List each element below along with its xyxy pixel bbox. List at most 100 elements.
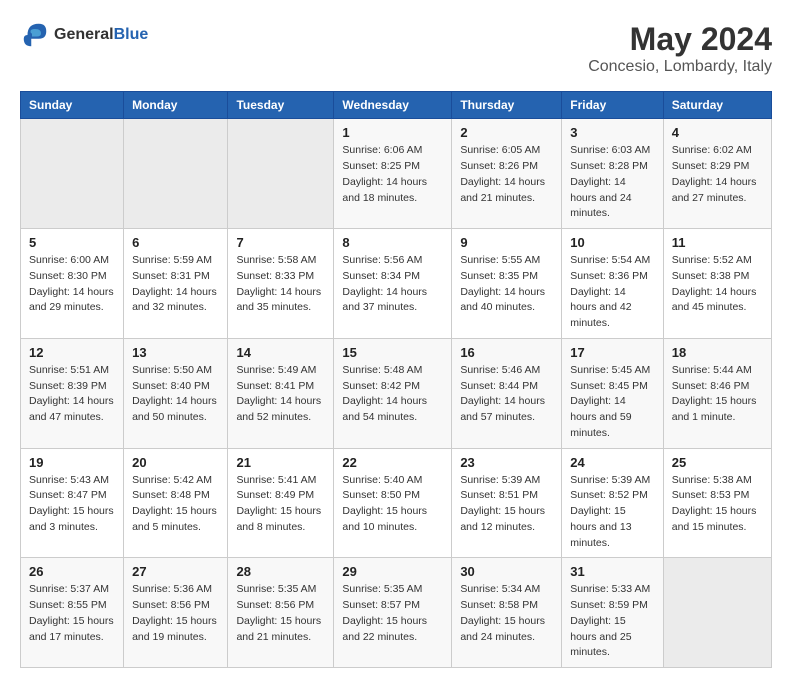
day-number: 29 [342, 564, 443, 579]
calendar-cell: 24Sunrise: 5:39 AMSunset: 8:52 PMDayligh… [562, 448, 664, 558]
day-number: 31 [570, 564, 655, 579]
header-day-saturday: Saturday [663, 92, 771, 119]
calendar-cell: 16 Sunrise: 5:46 AMSunset: 8:44 PMDayligh… [452, 338, 562, 448]
day-number: 15 [342, 345, 443, 360]
calendar-cell: 12Sunrise: 5:51 AMSunset: 8:39 PMDayligh… [21, 338, 124, 448]
day-number: 12 [29, 345, 115, 360]
calendar-cell [124, 119, 228, 229]
title-block: May 2024 Concesio, Lombardy, Italy [588, 20, 772, 76]
day-info: Sunrise: 5:42 AMSunset: 8:48 PMDaylight:… [132, 473, 219, 536]
logo-text: GeneralBlue [54, 26, 148, 44]
day-number: 28 [236, 564, 325, 579]
calendar-body: 1 Sunrise: 6:06 AMSunset: 8:25 PMDaylight… [21, 119, 772, 668]
day-info: Sunrise: 5:50 AMSunset: 8:40 PMDaylight:… [132, 363, 219, 426]
day-info: Sunrise: 5:44 AMSunset: 8:46 PMDaylight:… [672, 363, 763, 426]
day-info: Sunrise: 5:40 AMSunset: 8:50 PMDaylight:… [342, 473, 443, 536]
day-number: 30 [460, 564, 553, 579]
day-number: 18 [672, 345, 763, 360]
day-number: 6 [132, 235, 219, 250]
calendar-cell: 13 Sunrise: 5:50 AMSunset: 8:40 PMDayligh… [124, 338, 228, 448]
day-info: Sunrise: 5:35 AMSunset: 8:57 PMDaylight:… [342, 582, 443, 645]
day-number: 3 [570, 125, 655, 140]
day-number: 11 [672, 235, 763, 250]
calendar-cell: 3 Sunrise: 6:03 AMSunset: 8:28 PMDaylight… [562, 119, 664, 229]
day-info: Sunrise: 6:02 AMSunset: 8:29 PMDaylight:… [672, 143, 763, 206]
header-day-friday: Friday [562, 92, 664, 119]
page-header: GeneralBlue May 2024 Concesio, Lombardy,… [20, 20, 772, 76]
calendar-cell: 9 Sunrise: 5:55 AMSunset: 8:35 PMDaylight… [452, 229, 562, 339]
day-info: Sunrise: 5:58 AMSunset: 8:33 PMDaylight:… [236, 253, 325, 316]
calendar-cell: 19Sunrise: 5:43 AMSunset: 8:47 PMDayligh… [21, 448, 124, 558]
day-number: 17 [570, 345, 655, 360]
calendar-cell: 2 Sunrise: 6:05 AMSunset: 8:26 PMDaylight… [452, 119, 562, 229]
day-number: 8 [342, 235, 443, 250]
calendar-cell: 18 Sunrise: 5:44 AMSunset: 8:46 PMDayligh… [663, 338, 771, 448]
day-number: 27 [132, 564, 219, 579]
calendar-week-3: 12Sunrise: 5:51 AMSunset: 8:39 PMDayligh… [21, 338, 772, 448]
header-day-wednesday: Wednesday [334, 92, 452, 119]
calendar-cell: 10 Sunrise: 5:54 AMSunset: 8:36 PMDayligh… [562, 229, 664, 339]
day-number: 14 [236, 345, 325, 360]
calendar-cell [21, 119, 124, 229]
calendar-cell: 11 Sunrise: 5:52 AMSunset: 8:38 PMDayligh… [663, 229, 771, 339]
day-number: 2 [460, 125, 553, 140]
day-info: Sunrise: 6:06 AMSunset: 8:25 PMDaylight:… [342, 143, 443, 206]
day-number: 25 [672, 455, 763, 470]
calendar-cell: 31 Sunrise: 5:33 AMSunset: 8:59 PMDayligh… [562, 558, 664, 668]
day-info: Sunrise: 5:45 AMSunset: 8:45 PMDaylight:… [570, 363, 655, 442]
calendar-cell [663, 558, 771, 668]
calendar-cell: 6 Sunrise: 5:59 AMSunset: 8:31 PMDaylight… [124, 229, 228, 339]
calendar-cell: 23 Sunrise: 5:39 AMSunset: 8:51 PMDayligh… [452, 448, 562, 558]
day-number: 4 [672, 125, 763, 140]
day-info: Sunrise: 6:03 AMSunset: 8:28 PMDaylight:… [570, 143, 655, 222]
calendar-cell: 1 Sunrise: 6:06 AMSunset: 8:25 PMDaylight… [334, 119, 452, 229]
month-title: May 2024 [588, 20, 772, 58]
calendar-cell: 29 Sunrise: 5:35 AMSunset: 8:57 PMDayligh… [334, 558, 452, 668]
calendar-cell: 30 Sunrise: 5:34 AMSunset: 8:58 PMDayligh… [452, 558, 562, 668]
day-info: Sunrise: 5:55 AMSunset: 8:35 PMDaylight:… [460, 253, 553, 316]
calendar-cell [228, 119, 334, 229]
day-info: Sunrise: 5:59 AMSunset: 8:31 PMDaylight:… [132, 253, 219, 316]
day-info: Sunrise: 5:33 AMSunset: 8:59 PMDaylight:… [570, 582, 655, 661]
header-day-tuesday: Tuesday [228, 92, 334, 119]
day-number: 16 [460, 345, 553, 360]
day-info: Sunrise: 6:00 AMSunset: 8:30 PMDaylight:… [29, 253, 115, 316]
day-info: Sunrise: 5:35 AMSunset: 8:56 PMDaylight:… [236, 582, 325, 645]
day-number: 23 [460, 455, 553, 470]
calendar-cell: 8 Sunrise: 5:56 AMSunset: 8:34 PMDaylight… [334, 229, 452, 339]
day-info: Sunrise: 5:46 AMSunset: 8:44 PMDaylight:… [460, 363, 553, 426]
day-number: 9 [460, 235, 553, 250]
calendar-week-1: 1 Sunrise: 6:06 AMSunset: 8:25 PMDaylight… [21, 119, 772, 229]
calendar-cell: 27Sunrise: 5:36 AMSunset: 8:56 PMDayligh… [124, 558, 228, 668]
location-subtitle: Concesio, Lombardy, Italy [588, 58, 772, 76]
day-info: Sunrise: 6:05 AMSunset: 8:26 PMDaylight:… [460, 143, 553, 206]
calendar-cell: 21 Sunrise: 5:41 AMSunset: 8:49 PMDayligh… [228, 448, 334, 558]
calendar-cell: 28 Sunrise: 5:35 AMSunset: 8:56 PMDayligh… [228, 558, 334, 668]
header-day-thursday: Thursday [452, 92, 562, 119]
day-info: Sunrise: 5:56 AMSunset: 8:34 PMDaylight:… [342, 253, 443, 316]
calendar-cell: 20 Sunrise: 5:42 AMSunset: 8:48 PMDayligh… [124, 448, 228, 558]
day-info: Sunrise: 5:37 AMSunset: 8:55 PMDaylight:… [29, 582, 115, 645]
day-number: 19 [29, 455, 115, 470]
day-info: Sunrise: 5:34 AMSunset: 8:58 PMDaylight:… [460, 582, 553, 645]
day-number: 1 [342, 125, 443, 140]
day-info: Sunrise: 5:52 AMSunset: 8:38 PMDaylight:… [672, 253, 763, 316]
day-info: Sunrise: 5:39 AMSunset: 8:52 PMDaylight:… [570, 473, 655, 552]
day-number: 5 [29, 235, 115, 250]
day-info: Sunrise: 5:48 AMSunset: 8:42 PMDaylight:… [342, 363, 443, 426]
day-info: Sunrise: 5:54 AMSunset: 8:36 PMDaylight:… [570, 253, 655, 332]
day-number: 26 [29, 564, 115, 579]
day-info: Sunrise: 5:41 AMSunset: 8:49 PMDaylight:… [236, 473, 325, 536]
header-day-sunday: Sunday [21, 92, 124, 119]
day-number: 13 [132, 345, 219, 360]
logo-icon [20, 20, 50, 50]
header-day-monday: Monday [124, 92, 228, 119]
day-info: Sunrise: 5:39 AMSunset: 8:51 PMDaylight:… [460, 473, 553, 536]
day-number: 10 [570, 235, 655, 250]
calendar-table: SundayMondayTuesdayWednesdayThursdayFrid… [20, 91, 772, 668]
calendar-header-row: SundayMondayTuesdayWednesdayThursdayFrid… [21, 92, 772, 119]
day-number: 21 [236, 455, 325, 470]
calendar-week-5: 26 Sunrise: 5:37 AMSunset: 8:55 PMDayligh… [21, 558, 772, 668]
day-number: 20 [132, 455, 219, 470]
logo: GeneralBlue [20, 20, 148, 50]
